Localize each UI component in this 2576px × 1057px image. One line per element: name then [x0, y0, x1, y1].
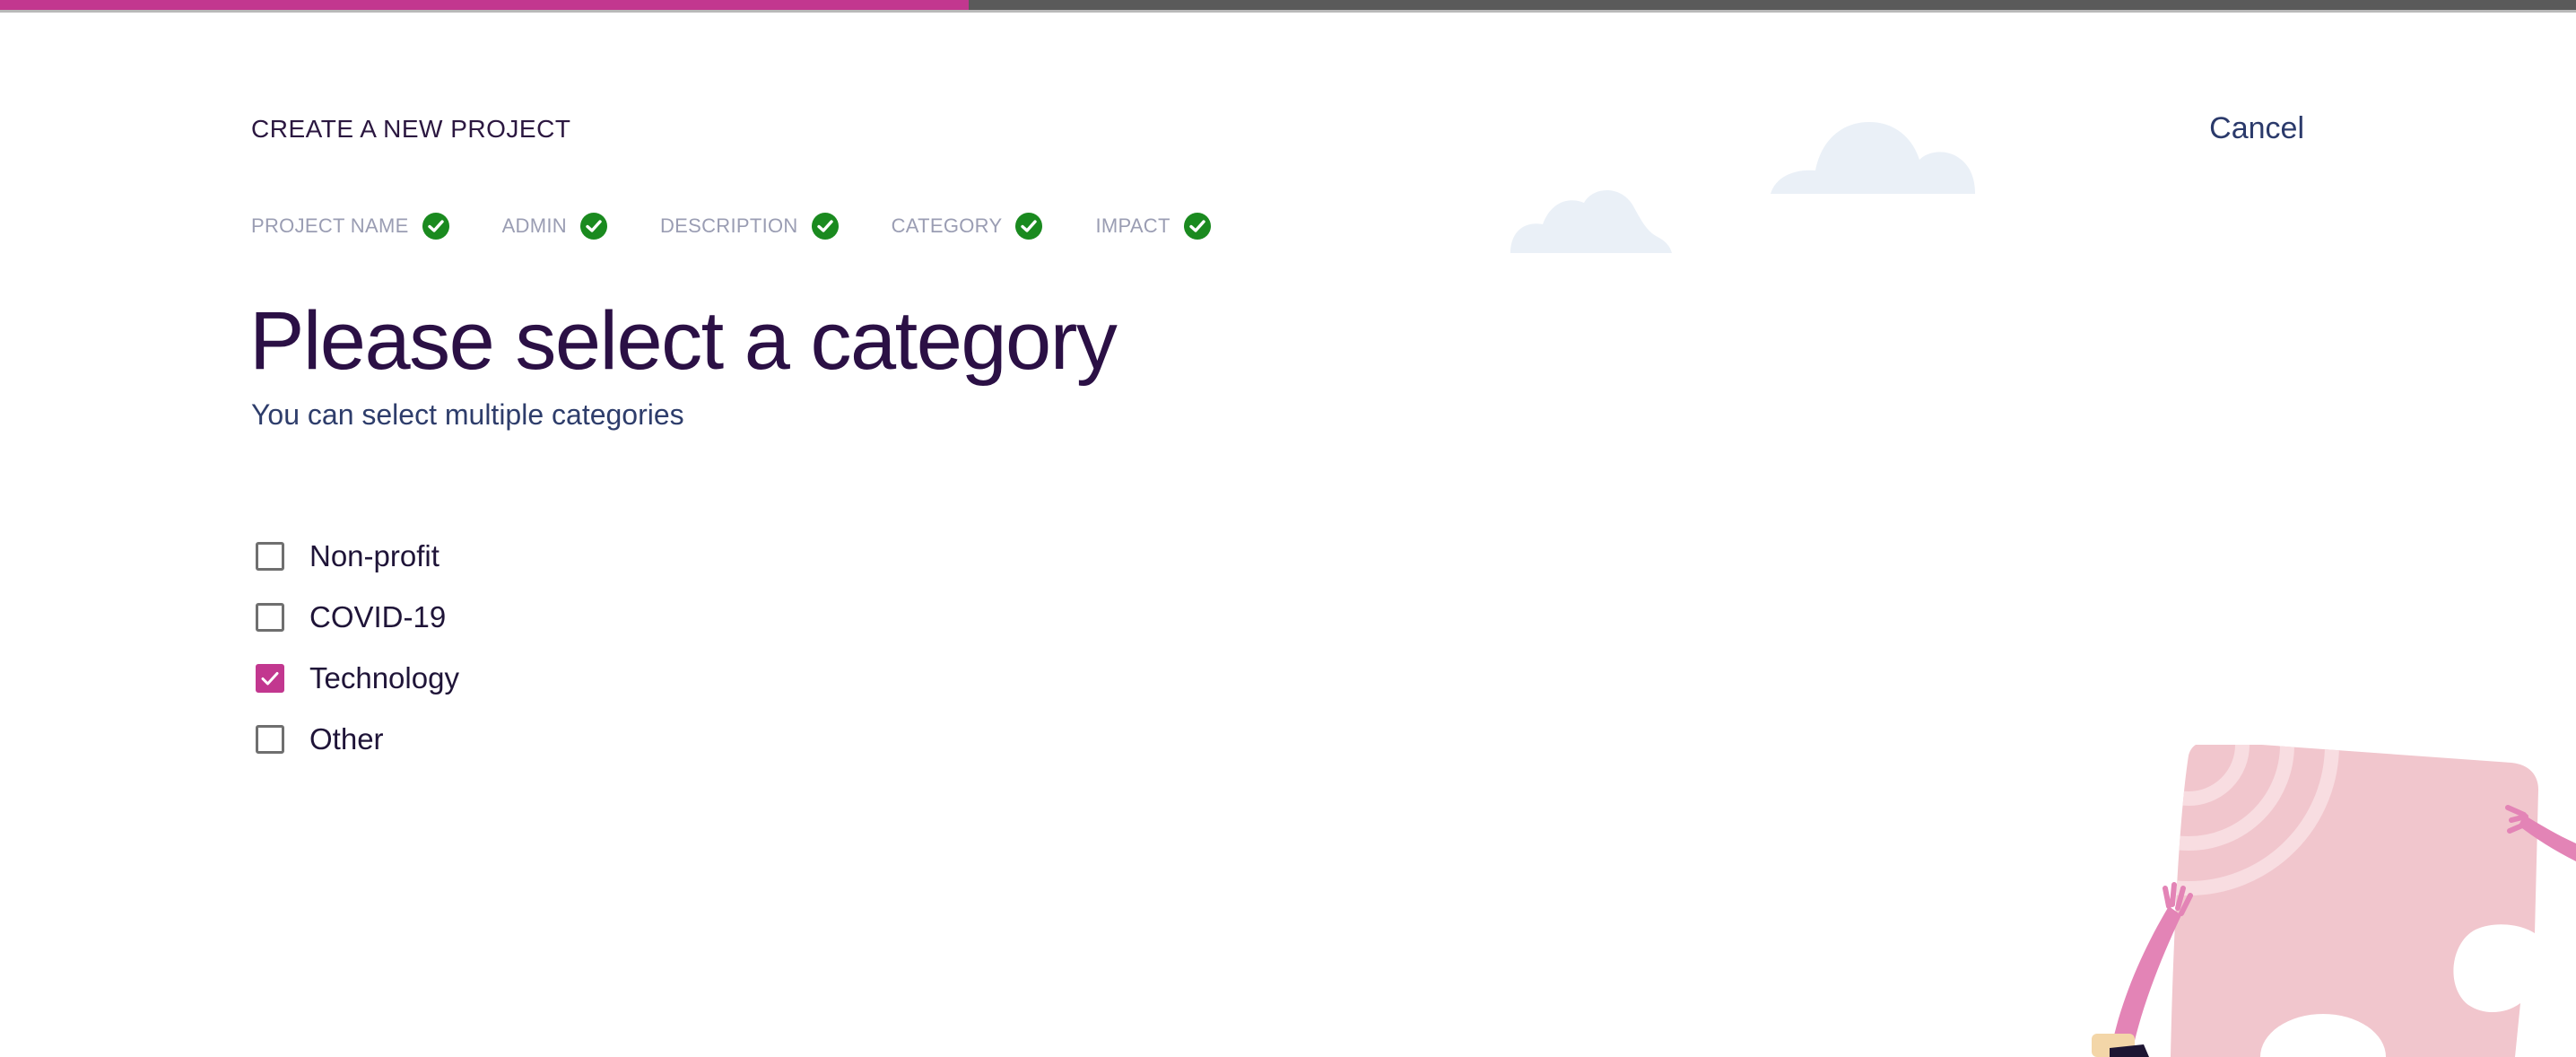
category-options: Non-profit COVID-19 Technology Other [256, 526, 459, 770]
step-admin: ADMIN [502, 212, 608, 240]
step-project-name: PROJECT NAME [251, 212, 450, 240]
page: CREATE A NEW PROJECT Cancel PROJECT NAME… [0, 0, 2576, 1057]
cloud-icon [1771, 122, 1975, 194]
step-category: CATEGORY [892, 212, 1044, 240]
progress-bar [0, 0, 2576, 13]
cancel-button[interactable]: Cancel [2209, 111, 2304, 146]
option-label: Technology [309, 661, 459, 694]
step-label: PROJECT NAME [251, 214, 409, 237]
puzzle-piece-illustration [2092, 745, 2576, 1057]
step-description: DESCRIPTION [660, 212, 840, 240]
checkbox[interactable] [256, 664, 284, 693]
page-subtitle: You can select multiple categories [251, 398, 684, 431]
progress-bar-fill [0, 0, 969, 10]
page-header: CREATE A NEW PROJECT [251, 115, 571, 143]
option-label: Other [309, 722, 384, 756]
option-label: COVID-19 [309, 600, 447, 633]
step-label: CATEGORY [891, 214, 1003, 237]
checkbox[interactable] [256, 542, 284, 571]
checkbox[interactable] [256, 603, 284, 632]
check-circle-icon [422, 213, 449, 240]
step-label: IMPACT [1095, 214, 1171, 237]
check-circle-icon [1015, 213, 1043, 240]
step-indicator: PROJECT NAME ADMIN DESCRIPTION CATEGORY IMPA… [251, 212, 1264, 240]
option-label: Non-profit [309, 539, 439, 572]
check-circle-icon [811, 213, 839, 240]
step-impact: IMPACT [1095, 212, 1211, 240]
check-circle-icon [1183, 213, 1211, 240]
step-label: ADMIN [501, 214, 567, 237]
check-circle-icon [579, 213, 607, 240]
page-title: Please select a category [249, 295, 1118, 387]
category-option-technology[interactable]: Technology [256, 648, 459, 709]
step-label: DESCRIPTION [659, 214, 798, 237]
category-option-other[interactable]: Other [256, 709, 459, 770]
category-option-non-profit[interactable]: Non-profit [256, 526, 459, 587]
checkmark-icon [261, 672, 279, 686]
category-option-covid-19[interactable]: COVID-19 [256, 587, 459, 648]
checkbox[interactable] [256, 725, 284, 754]
cloud-icon [1510, 190, 1672, 253]
